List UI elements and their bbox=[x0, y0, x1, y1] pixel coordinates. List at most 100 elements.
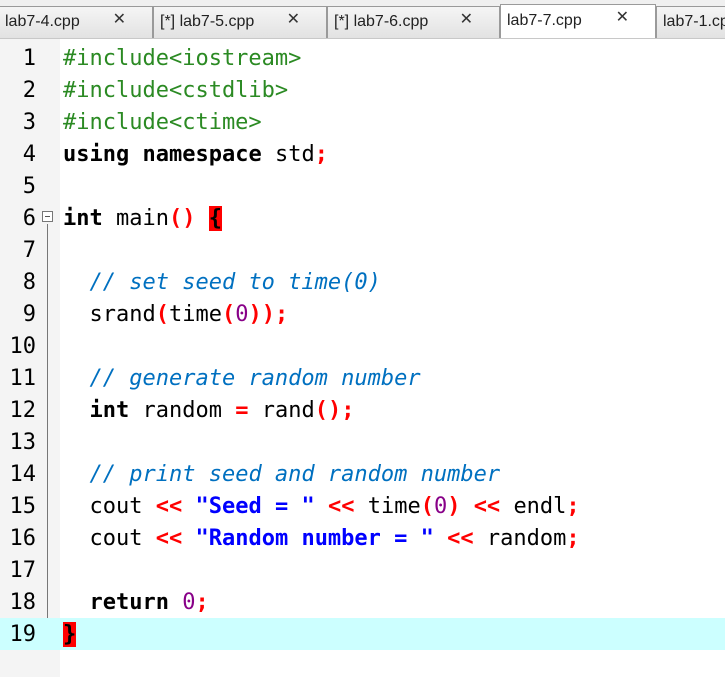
tab-label: lab7-1.cpp bbox=[663, 13, 725, 30]
number-literal: 0 bbox=[433, 494, 448, 519]
close-icon[interactable]: ✕ bbox=[616, 7, 629, 27]
code-line[interactable]: 4 using namespace std; bbox=[0, 138, 725, 170]
comment: // generate random number bbox=[89, 366, 421, 391]
code-line[interactable]: 14 // print seed and random number bbox=[0, 458, 725, 490]
line-number: 9 bbox=[22, 302, 36, 327]
code-line[interactable]: 12 int random = rand(); bbox=[0, 394, 725, 426]
code-line[interactable]: 7 bbox=[0, 234, 725, 266]
keyword: namespace bbox=[142, 142, 262, 167]
tab-lab7-4[interactable]: lab7-4.cpp ✕ bbox=[0, 6, 153, 38]
tab-lab7-1[interactable]: lab7-1.cpp bbox=[656, 6, 725, 38]
line-number: 13 bbox=[9, 430, 37, 455]
keyword: int bbox=[89, 398, 130, 423]
line-number: 4 bbox=[22, 142, 36, 167]
tab-lab7-7[interactable]: lab7-7.cpp ✕ bbox=[500, 4, 656, 38]
operator: << bbox=[155, 526, 183, 551]
preprocessor-directive: #include<cstdlib> bbox=[63, 78, 289, 103]
matched-brace: } bbox=[63, 622, 77, 647]
identifier: cout bbox=[89, 526, 143, 551]
keyword: return bbox=[89, 590, 169, 615]
code-line[interactable]: 17 bbox=[0, 554, 725, 586]
operator: ; bbox=[566, 526, 580, 551]
code-line[interactable]: 6 int main() { bbox=[0, 202, 725, 234]
function-name: rand bbox=[261, 398, 315, 423]
code-text: #include<iostream> bbox=[63, 46, 301, 71]
number-literal: 0 bbox=[182, 590, 196, 615]
close-icon[interactable]: ✕ bbox=[287, 9, 300, 29]
code-text: // generate random number bbox=[63, 366, 421, 391]
code-line[interactable]: 15 cout << "Seed = " << time(0) << endl; bbox=[0, 490, 725, 522]
code-line[interactable]: 13 bbox=[0, 426, 725, 458]
code-line[interactable]: 11 // generate random number bbox=[0, 362, 725, 394]
operator: () bbox=[168, 206, 196, 231]
identifier: std bbox=[274, 142, 315, 167]
line-number: 14 bbox=[9, 462, 37, 487]
code-text: #include<ctime> bbox=[63, 110, 262, 135]
line-number: 10 bbox=[9, 334, 37, 359]
identifier: main bbox=[116, 206, 169, 231]
code-editor[interactable]: 1 #include<iostream> 2 #include<cstdlib>… bbox=[0, 39, 725, 677]
code-line[interactable]: 3 #include<ctime> bbox=[0, 106, 725, 138]
operator: (); bbox=[314, 398, 355, 423]
line-number: 15 bbox=[9, 494, 37, 519]
line-number: 8 bbox=[22, 270, 36, 295]
code-line[interactable]: 16 cout << "Random number = " << random; bbox=[0, 522, 725, 554]
operator: ( bbox=[420, 494, 434, 519]
line-number: 12 bbox=[9, 398, 37, 423]
code-text: int random = rand(); bbox=[63, 398, 355, 423]
close-icon[interactable]: ✕ bbox=[113, 9, 126, 29]
code-lines[interactable]: 1 #include<iostream> 2 #include<cstdlib>… bbox=[0, 42, 725, 650]
comment: // print seed and random number bbox=[89, 462, 501, 487]
code-text: #include<cstdlib> bbox=[63, 78, 288, 103]
line-number: 19 bbox=[9, 622, 37, 647]
operator: ( bbox=[155, 302, 169, 327]
tab-lab7-6[interactable]: [*] lab7-6.cpp ✕ bbox=[327, 6, 500, 38]
tab-lab7-5[interactable]: [*] lab7-5.cpp ✕ bbox=[153, 6, 327, 38]
code-line[interactable]: 5 bbox=[0, 170, 725, 202]
code-text: cout << "Seed = " << time(0) << endl; bbox=[63, 494, 580, 519]
identifier: random bbox=[142, 398, 222, 423]
line-number: 6 bbox=[22, 206, 36, 231]
code-text: cout << "Random number = " << random; bbox=[63, 526, 580, 551]
code-line[interactable]: 18 return 0; bbox=[0, 586, 725, 618]
identifier: cout bbox=[89, 494, 143, 519]
preprocessor-directive: #include<ctime> bbox=[63, 110, 262, 135]
tab-label: [*] lab7-5.cpp bbox=[160, 13, 255, 30]
operator: )); bbox=[248, 302, 289, 327]
operator: << bbox=[155, 494, 183, 519]
code-line[interactable]: 2 #include<cstdlib> bbox=[0, 74, 725, 106]
operator: ; bbox=[195, 590, 209, 615]
operator: << bbox=[327, 494, 355, 519]
operator: ) bbox=[447, 494, 461, 519]
line-number: 5 bbox=[22, 174, 36, 199]
tab-label: lab7-4.cpp bbox=[5, 13, 80, 30]
code-line[interactable]: 8 // set seed to time(0) bbox=[0, 266, 725, 298]
string-literal: "Seed = " bbox=[195, 494, 315, 519]
operator: << bbox=[473, 494, 501, 519]
line-number: 11 bbox=[9, 366, 37, 391]
code-text: return 0; bbox=[63, 590, 209, 615]
keyword: using bbox=[63, 142, 130, 167]
tab-label: [*] lab7-6.cpp bbox=[334, 13, 429, 30]
code-line[interactable]: 9 srand(time(0)); bbox=[0, 298, 725, 330]
close-icon[interactable]: ✕ bbox=[460, 9, 473, 29]
line-number: 18 bbox=[9, 590, 37, 615]
code-line-current[interactable]: 19 } bbox=[0, 618, 725, 650]
code-line[interactable]: 10 bbox=[0, 330, 725, 362]
operator: = bbox=[235, 398, 249, 423]
line-number: 2 bbox=[22, 78, 36, 103]
line-number: 17 bbox=[9, 558, 37, 583]
matched-brace: { bbox=[208, 206, 222, 231]
operator: << bbox=[447, 526, 474, 551]
operator: ; bbox=[314, 142, 328, 167]
identifier: random bbox=[486, 526, 567, 551]
line-number: 1 bbox=[22, 46, 36, 71]
code-line[interactable]: 1 #include<iostream> bbox=[0, 42, 725, 74]
identifier: endl bbox=[513, 494, 567, 519]
preprocessor-directive: #include<iostream> bbox=[63, 46, 302, 71]
tab-bar: lab7-4.cpp ✕ [*] lab7-5.cpp ✕ [*] lab7-6… bbox=[0, 0, 725, 39]
function-name: srand bbox=[89, 302, 156, 327]
code-text: } bbox=[63, 622, 77, 647]
line-number: 16 bbox=[9, 526, 37, 551]
code-text: srand(time(0)); bbox=[63, 302, 289, 327]
